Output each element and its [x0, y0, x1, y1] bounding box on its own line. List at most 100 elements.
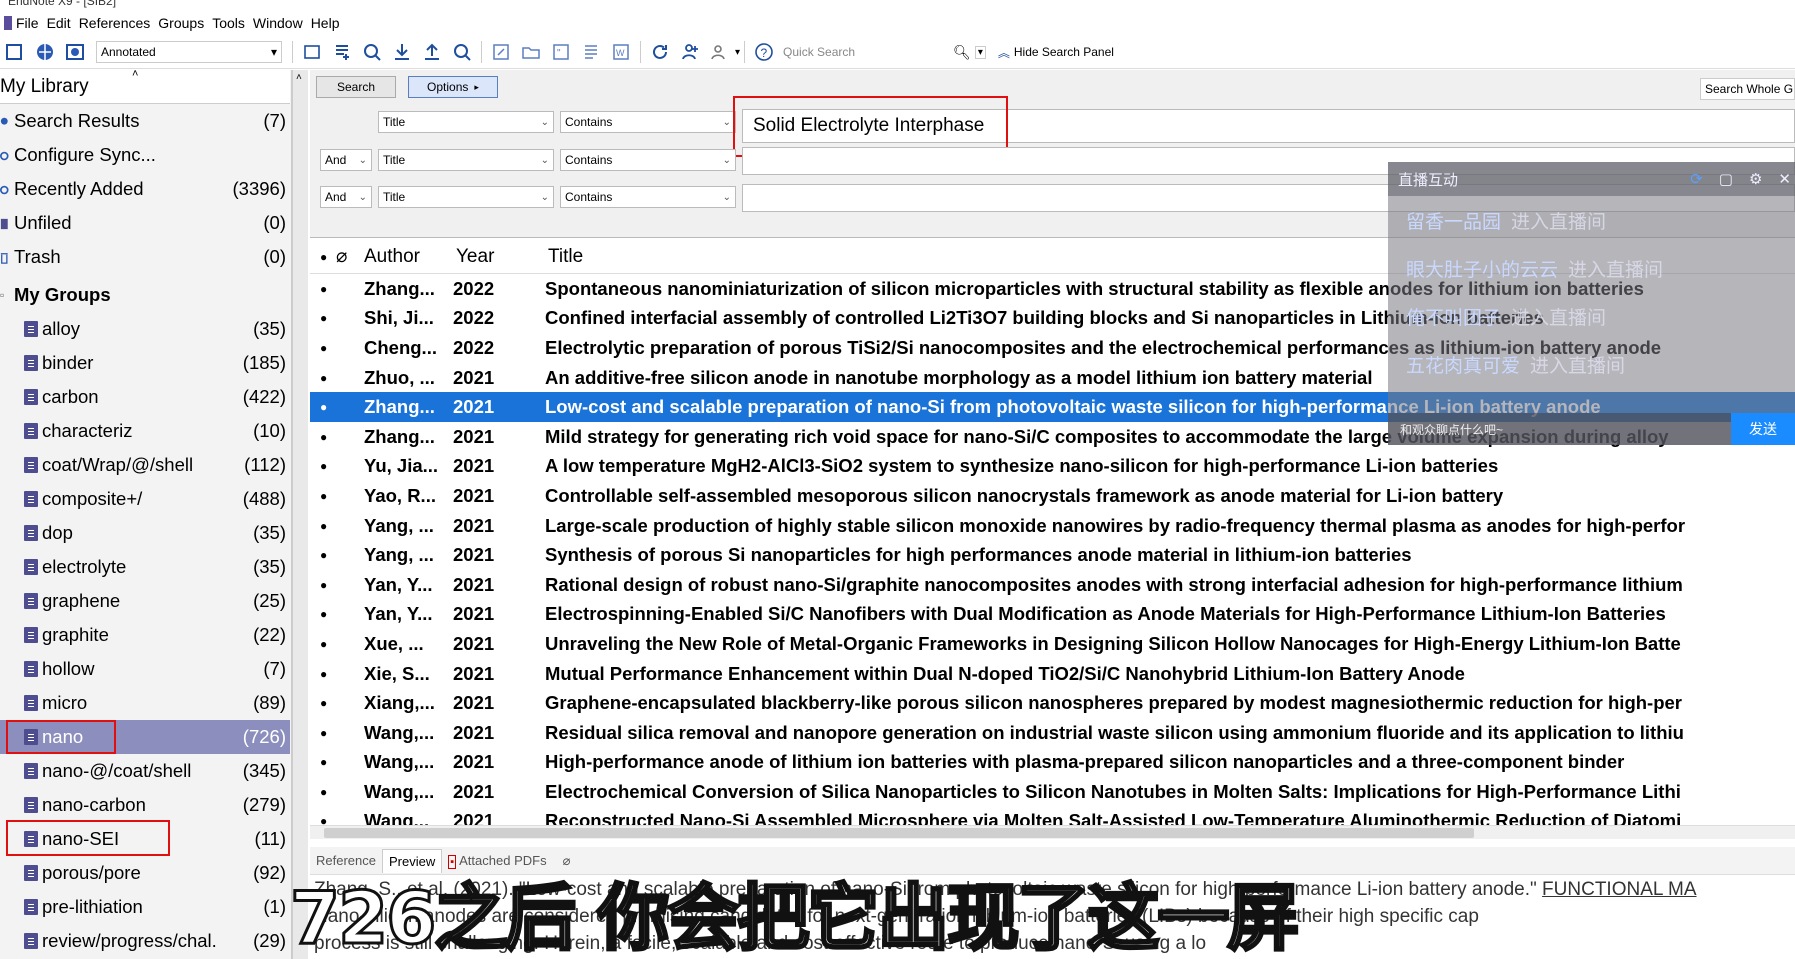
integrated-library-icon[interactable]: [64, 41, 86, 63]
sidebar-group-composite[interactable]: composite+/ (488): [0, 482, 290, 516]
table-row[interactable]: ● Wang,... 2021 Residual silica removal and…: [310, 718, 1795, 748]
lock-icon[interactable]: ▢: [1719, 170, 1733, 188]
insert-citation-icon[interactable]: ": [550, 41, 572, 63]
sidebar-group-coat-wrap[interactable]: coat/Wrap/@/shell (112): [0, 448, 290, 482]
online-search-icon[interactable]: [34, 41, 56, 63]
table-row[interactable]: ● Yan, Y... 2021 Rational design of robust …: [310, 570, 1795, 600]
find-fulltext-icon[interactable]: [361, 41, 383, 63]
sidebar-scrollbar[interactable]: ˄: [292, 70, 308, 959]
sidebar-group-electrolyte[interactable]: electrolyte (35): [0, 550, 290, 584]
search-field-select-3[interactable]: Title ⌄: [378, 186, 554, 208]
table-row[interactable]: ● Wang,... 2021 Electrochemical Conversion …: [310, 777, 1795, 807]
sidebar-group-nano[interactable]: nano (726): [0, 720, 290, 754]
sidebar-group-binder[interactable]: binder (185): [0, 346, 290, 380]
table-row[interactable]: ● Yan, Y... 2021 Electrospinning-Enabled Si…: [310, 600, 1795, 630]
sidebar-group-hollow[interactable]: hollow (7): [0, 652, 290, 686]
search-button[interactable]: Search: [316, 76, 396, 98]
local-library-icon[interactable]: [4, 41, 26, 63]
sync-icon[interactable]: [649, 41, 671, 63]
scroll-up-arrow-icon[interactable]: ˄: [296, 72, 302, 83]
search-operator-select-2[interactable]: Contains ⌄: [560, 149, 736, 171]
hide-search-panel-button[interactable]: ︽ Hide Search Panel: [998, 44, 1114, 61]
search-scope-select[interactable]: Search Whole G: [1700, 78, 1795, 100]
paperclip-icon[interactable]: ⌀: [336, 245, 362, 268]
paperclip-icon[interactable]: ⌀: [563, 853, 571, 869]
help-icon[interactable]: ?: [753, 41, 775, 63]
sidebar-group-graphene[interactable]: graphene (25): [0, 584, 290, 618]
new-reference-icon[interactable]: [331, 41, 353, 63]
sidebar-group-dop[interactable]: dop (35): [0, 516, 290, 550]
tab-reference[interactable]: Reference: [310, 849, 382, 872]
column-year[interactable]: Year: [452, 246, 548, 268]
sidebar-item-unfiled[interactable]: Unfiled (0): [0, 206, 290, 240]
table-row[interactable]: ● Yu, Jia... 2021 A low temperature MgH2-Al…: [310, 452, 1795, 482]
table-row[interactable]: ● Yang, ... 2021 Large-scale production of …: [310, 511, 1795, 541]
chevron-down-icon[interactable]: ▾: [974, 45, 986, 59]
sidebar-group-alloy[interactable]: alloy (35): [0, 312, 290, 346]
sidebar-group-nano-coat-shell[interactable]: nano-@/coat/shell (345): [0, 754, 290, 788]
sidebar-group-graphite[interactable]: graphite (22): [0, 618, 290, 652]
online-search-magnify-icon[interactable]: [451, 41, 473, 63]
column-author[interactable]: Author: [362, 246, 452, 268]
table-row[interactable]: ● Xie, S... 2021 Mutual Performance Enhance…: [310, 659, 1795, 689]
sidebar-item-trash[interactable]: Trash (0): [0, 240, 290, 274]
search-operator-select-3[interactable]: Contains ⌄: [560, 186, 736, 208]
tab-preview[interactable]: Preview: [381, 848, 443, 873]
send-button[interactable]: 发送: [1731, 413, 1795, 445]
sidebar-group-micro[interactable]: micro (89): [0, 686, 290, 720]
table-row[interactable]: ● Wang... 2021 Reconstructed Nano-Si Assemb…: [310, 807, 1795, 825]
sidebar-item-configure-sync[interactable]: Configure Sync...: [0, 138, 290, 172]
sidebar-item-recently-added[interactable]: Recently Added (3396): [0, 172, 290, 206]
chevron-down-icon[interactable]: ▾: [735, 47, 740, 58]
search-operator-select-1[interactable]: Contains ⌄: [560, 111, 736, 133]
menu-tools[interactable]: Tools: [212, 15, 245, 31]
collapse-icon[interactable]: ▫: [0, 288, 14, 302]
sidebar-group-pre-lithiation[interactable]: pre-lithiation (1): [0, 890, 290, 924]
output-style-value: Annotated: [101, 45, 156, 59]
refresh-icon[interactable]: ⟳: [1690, 170, 1703, 188]
export-icon[interactable]: [421, 41, 443, 63]
menu-help[interactable]: Help: [311, 15, 340, 31]
options-button[interactable]: Options ▸: [408, 76, 498, 98]
table-row[interactable]: ● Yang, ... 2021 Synthesis of porous Si nan…: [310, 540, 1795, 570]
horizontal-scrollbar[interactable]: [310, 825, 1795, 839]
menu-edit[interactable]: Edit: [47, 15, 71, 31]
read-status-column-icon[interactable]: ●: [320, 250, 336, 264]
table-row[interactable]: ● Xiang,... 2021 Graphene-encapsulated blac…: [310, 688, 1795, 718]
gear-icon[interactable]: ⚙: [1749, 170, 1762, 188]
open-link-icon[interactable]: [490, 41, 512, 63]
menu-file[interactable]: File: [16, 15, 39, 31]
sidebar-group-porous-pore[interactable]: porous/pore (92): [0, 856, 290, 890]
new-group-icon[interactable]: [301, 41, 323, 63]
scrollbar-thumb[interactable]: [324, 828, 1474, 838]
import-icon[interactable]: [391, 41, 413, 63]
sidebar-group-nano-carbon[interactable]: nano-carbon (279): [0, 788, 290, 822]
table-row[interactable]: ● Wang,... 2021 High-performance anode of l…: [310, 748, 1795, 778]
table-row[interactable]: ● Xue, ... 2021 Unraveling the New Role of …: [310, 629, 1795, 659]
sidebar-group-review[interactable]: review/progress/chal... (29): [0, 924, 290, 958]
sidebar-group-carbon[interactable]: carbon (422): [0, 380, 290, 414]
quick-search-input[interactable]: Quick Search: [783, 41, 953, 63]
format-bibliography-icon[interactable]: [580, 41, 602, 63]
my-library-header[interactable]: My Library ˄: [0, 70, 290, 104]
search-field-select-2[interactable]: Title ⌄: [378, 149, 554, 171]
search-icon[interactable]: 🔍︎: [953, 44, 971, 61]
search-bool-select-2[interactable]: And ⌄: [320, 149, 372, 171]
close-icon[interactable]: ✕: [1778, 170, 1791, 188]
share-user-icon[interactable]: [679, 41, 701, 63]
menu-groups[interactable]: Groups: [158, 15, 204, 31]
sidebar-item-search-results[interactable]: Search Results (7): [0, 104, 290, 138]
open-file-icon[interactable]: [520, 41, 542, 63]
search-field-select-1[interactable]: Title ⌄: [378, 111, 554, 133]
output-style-select[interactable]: Annotated ▾: [96, 41, 282, 63]
menu-window[interactable]: Window: [253, 15, 303, 31]
menu-references[interactable]: References: [79, 15, 151, 31]
group-users-icon[interactable]: [709, 41, 731, 63]
tab-attached-pdfs[interactable]: ▪ Attached PDFs: [442, 849, 552, 872]
sidebar-group-nano-sei[interactable]: nano-SEI (11): [0, 820, 290, 856]
my-groups-header[interactable]: ▫ My Groups: [0, 278, 290, 312]
word-icon[interactable]: W: [610, 41, 632, 63]
sidebar-group-characteriz[interactable]: characteriz (10): [0, 414, 290, 448]
search-bool-select-3[interactable]: And ⌄: [320, 186, 372, 208]
table-row[interactable]: ● Yao, R... 2021 Controllable self-assemble…: [310, 481, 1795, 511]
